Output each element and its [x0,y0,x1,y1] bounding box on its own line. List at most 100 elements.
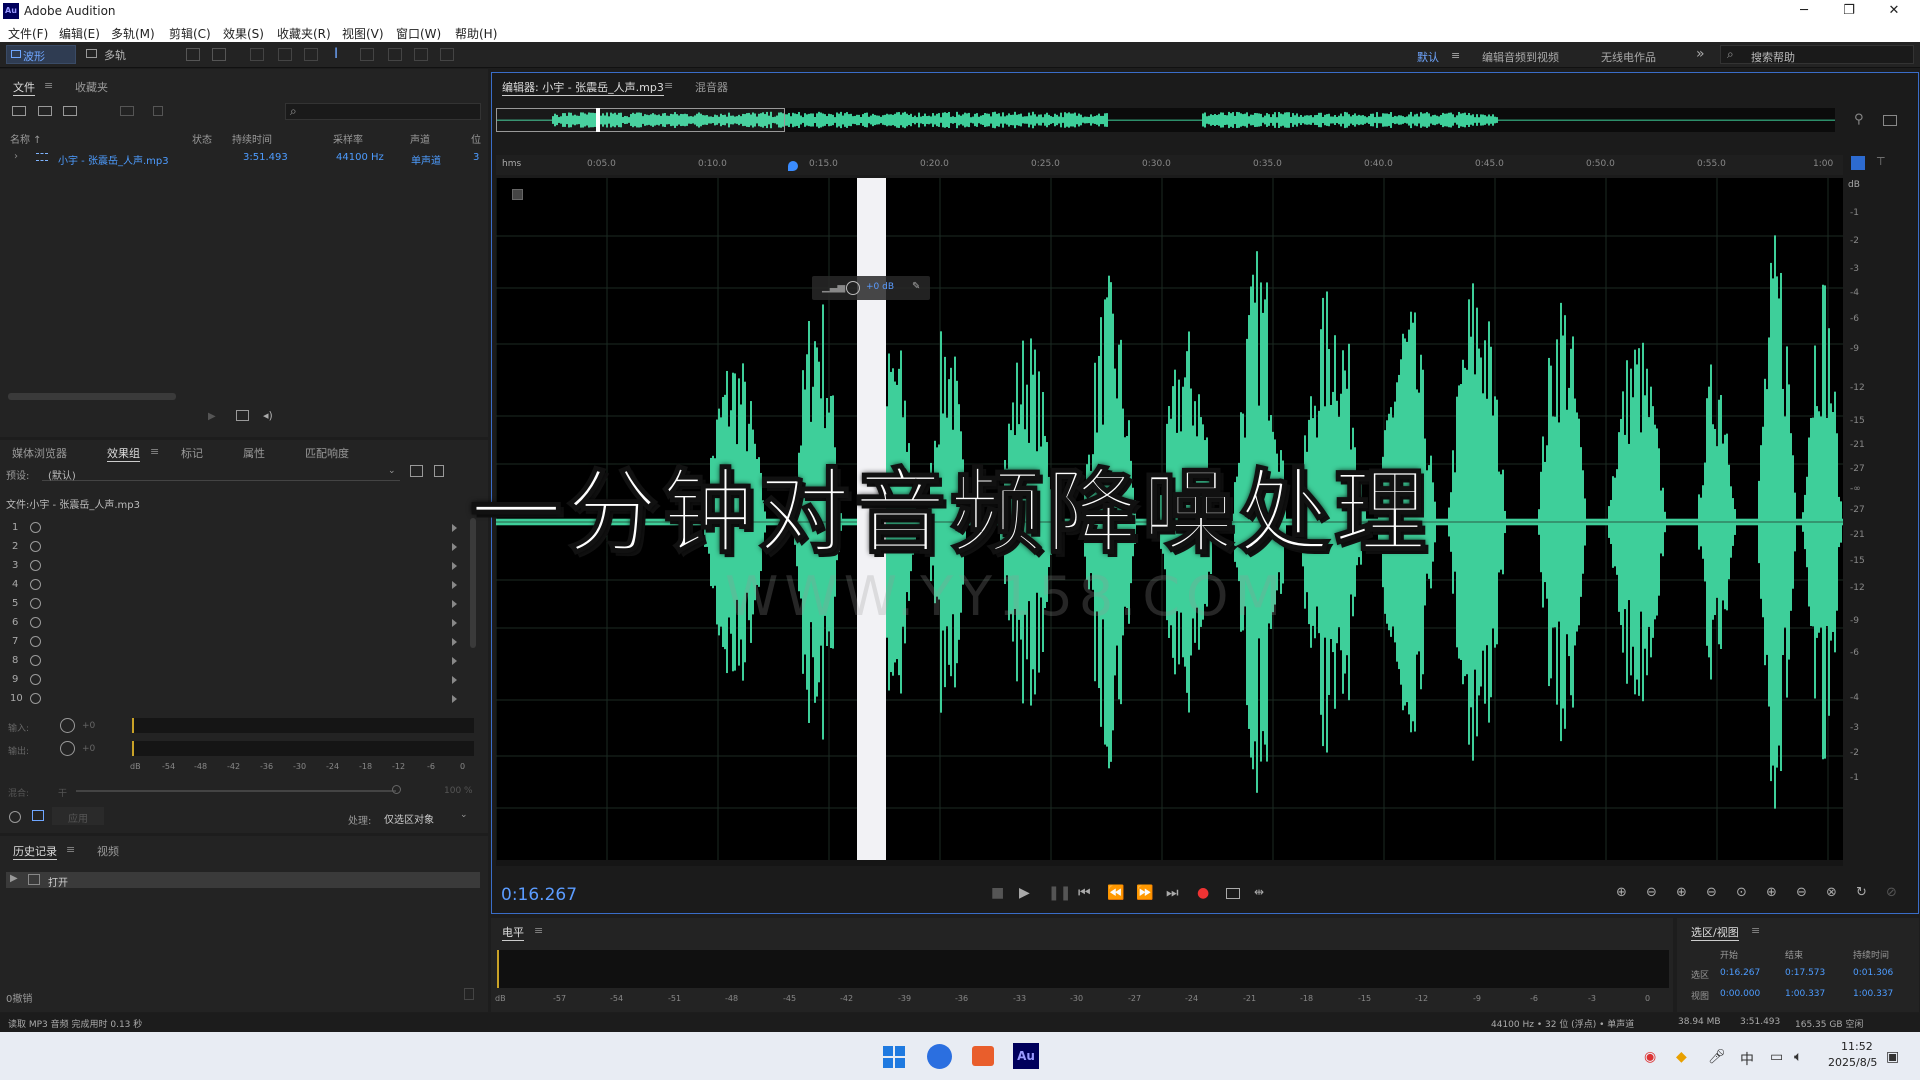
clock-date[interactable]: 2025/8/5 [1828,1056,1877,1069]
process-select[interactable]: 仅选区对象 ⌄ [380,808,472,826]
razor-tool-icon[interactable] [278,48,292,61]
col-channels[interactable]: 声道 [410,131,430,146]
levels-panel-menu-icon[interactable]: ≡ [534,924,543,937]
menu-help[interactable]: 帮助(H) [455,25,497,42]
slot-arrow-icon[interactable] [452,543,457,551]
menu-clip[interactable]: 剪辑(C) [169,25,211,42]
zoom-selection-icon[interactable]: ⊗ [1826,885,1837,900]
pin-icon[interactable]: ⊤ [1876,155,1886,168]
effect-slot[interactable]: 7 [0,632,470,650]
save-preset-icon[interactable] [410,465,423,477]
zoom-out-time-icon[interactable]: ⊖ [1706,885,1717,900]
presentation-app-icon[interactable] [972,1046,994,1066]
loop-button[interactable] [1226,888,1240,899]
gain-hud[interactable]: ▁▃▅ +0 dB ✎ [812,276,930,300]
expand-chevron-icon[interactable]: › [14,151,18,162]
panel-options-icon[interactable] [1883,115,1897,126]
apply-button[interactable]: 应用 [52,807,104,825]
power-icon[interactable] [30,579,41,590]
col-status[interactable]: 状态 [192,131,212,146]
power-icon[interactable] [30,522,41,533]
gain-knob[interactable] [846,281,860,295]
brush-tool-icon[interactable] [414,48,428,61]
current-time-display[interactable]: 0:16.267 [501,885,577,905]
effect-slot[interactable]: 4 [0,575,470,593]
mix-slider[interactable] [76,790,396,792]
effect-slot[interactable]: 9 [0,670,470,688]
workspace-menu-icon[interactable]: ≡ [1451,49,1460,62]
tab-history[interactable]: 历史记录 [13,843,57,860]
waveform-horizontal-scrollbar[interactable] [496,860,1843,866]
history-panel-menu-icon[interactable]: ≡ [66,843,75,856]
menu-view[interactable]: 视图(V) [342,25,384,42]
tab-match-loudness[interactable]: 匹配响度 [305,445,349,461]
import-file-icon[interactable] [38,106,52,116]
power-icon[interactable] [30,674,41,685]
channel-toggle-icon[interactable] [512,189,523,200]
col-duration[interactable]: 持续时间 [232,131,272,146]
workspace-radio[interactable]: 无线电作品 [1601,49,1656,65]
workspace-edit-video[interactable]: 编辑音频到视频 [1482,49,1559,65]
new-file-icon[interactable] [63,106,77,116]
pitch-view-icon[interactable] [212,48,226,61]
menu-edit[interactable]: 编辑(E) [59,25,100,42]
rack-list-icon[interactable] [32,810,44,821]
menu-favorites[interactable]: 收藏夹(R) [277,25,331,42]
effect-slot[interactable]: 3 [0,556,470,574]
slot-arrow-icon[interactable] [452,657,457,665]
power-icon[interactable] [30,617,41,628]
move-tool-icon[interactable] [250,48,264,61]
power-icon[interactable] [30,541,41,552]
power-icon[interactable] [30,560,41,571]
effect-slot[interactable]: 2 [0,537,470,555]
insert-multitrack-icon[interactable] [120,106,134,116]
effect-slot[interactable]: 8 [0,651,470,669]
tab-levels[interactable]: 电平 [502,924,524,941]
slot-arrow-icon[interactable] [452,562,457,570]
tab-video[interactable]: 视频 [97,843,119,859]
volume-icon[interactable]: 🔈︎ [1794,1049,1802,1065]
delete-history-icon[interactable] [464,988,474,1000]
input-method-indicator[interactable]: 中 [1740,1049,1754,1069]
workspace-default[interactable]: 默认 [1417,49,1439,65]
slot-arrow-icon[interactable] [452,676,457,684]
delete-file-icon[interactable] [153,106,163,116]
slot-arrow-icon[interactable] [452,524,457,532]
output-gain-knob[interactable] [60,741,75,756]
healing-tool-icon[interactable] [440,48,454,61]
overview-view-range[interactable] [496,108,785,132]
slot-arrow-icon[interactable] [452,695,457,703]
open-folder-icon[interactable] [12,106,26,116]
effect-slot[interactable]: 5 [0,594,470,612]
marquee-tool-icon[interactable] [360,48,374,61]
playhead-handle[interactable] [788,161,798,171]
browser-icon[interactable] [927,1044,952,1069]
power-icon[interactable] [30,636,41,647]
history-item[interactable]: ▶ 打开 [6,872,480,889]
delete-preset-icon[interactable] [434,465,444,477]
col-name[interactable]: 名称 ↑ [10,131,42,146]
maximize-button[interactable]: ❐ [1829,1,1869,21]
pin-icon[interactable]: ✎ [912,281,920,292]
power-icon[interactable] [30,693,41,704]
play-preview-icon[interactable]: ▶ [208,411,216,422]
time-selection-tool-icon[interactable]: I [334,46,338,62]
zoom-reset-icon[interactable]: ↻ [1856,885,1867,900]
clock-time[interactable]: 11:52 [1841,1040,1873,1053]
slot-arrow-icon[interactable] [452,600,457,608]
tab-properties[interactable]: 属性 [243,445,265,461]
files-search-input[interactable]: ⌕ [285,103,481,120]
tab-markers[interactable]: 标记 [181,445,203,461]
stop-button[interactable]: ■ [991,885,1004,901]
selection-duration-field[interactable]: 0:01.306 [1853,968,1893,978]
menu-multitrack[interactable]: 多轨(M) [111,25,155,42]
zoom-out-point-icon[interactable]: ⊖ [1796,885,1807,900]
zoom-out-full-icon[interactable]: ⊙ [1736,885,1747,900]
preset-select[interactable]: (默认) ⌄ [42,464,400,482]
skip-selection-button[interactable]: ⇹ [1254,885,1264,899]
record-button[interactable]: ● [1197,885,1209,901]
zoom-in-time-icon[interactable]: ⊕ [1676,885,1687,900]
go-to-end-button[interactable]: ⏭ [1166,885,1179,901]
editor-panel-menu-icon[interactable]: ≡ [664,79,673,92]
spectral-view-icon[interactable] [186,48,200,61]
